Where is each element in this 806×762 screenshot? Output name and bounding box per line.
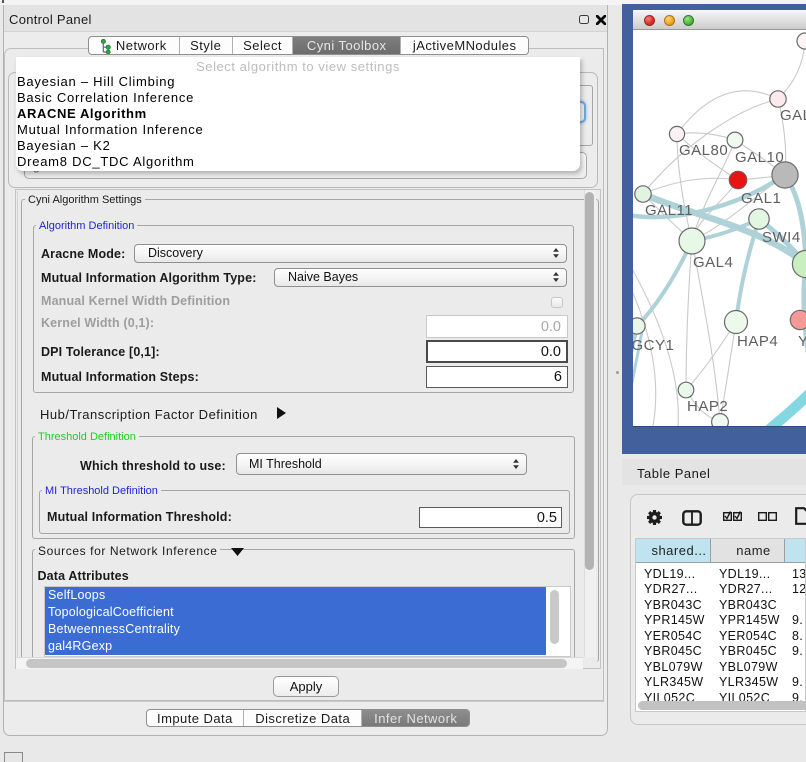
svg-text:GAL4: GAL4 — [693, 254, 733, 271]
svg-text:GCY1: GCY1 — [633, 337, 674, 354]
svg-text:HAP4: HAP4 — [737, 333, 778, 350]
svg-text:GAL11: GAL11 — [645, 202, 693, 219]
svg-text:SWI4: SWI4 — [762, 229, 801, 246]
svg-text:GAL1: GAL1 — [741, 190, 781, 207]
svg-text:GAL7: GAL7 — [780, 107, 806, 124]
svg-text:GAL80: GAL80 — [679, 142, 728, 159]
svg-text:GAL10: GAL10 — [735, 149, 784, 166]
svg-text:Y: Y — [798, 333, 806, 350]
svg-text:HAP2: HAP2 — [687, 398, 728, 415]
